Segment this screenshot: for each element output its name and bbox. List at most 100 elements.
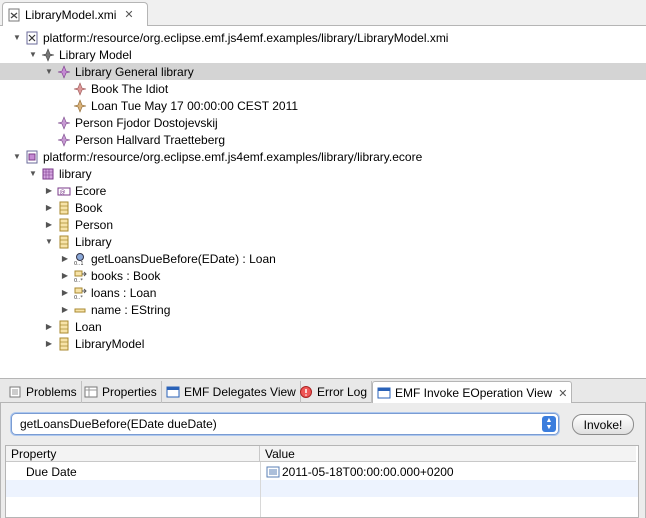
svg-text:@: @ — [60, 189, 66, 196]
chevron-updown-icon[interactable]: ▲ ▼ — [542, 416, 556, 432]
tree-item[interactable]: Book The Idiot — [0, 80, 646, 97]
editor-tab-librarymodel[interactable]: LibraryModel.xmi ✕ — [2, 2, 148, 26]
view-tab-label: Properties — [102, 385, 157, 399]
expanded-triangle-icon[interactable]: ▼ — [28, 50, 38, 60]
no-twisty — [60, 84, 70, 94]
tree-item[interactable]: ▶ Loan — [0, 318, 646, 335]
editor-tab-bar: LibraryModel.xmi ✕ — [0, 0, 646, 26]
tree-item[interactable]: Person Fjodor Dostojevskij — [0, 114, 646, 131]
xmi-file-icon — [25, 31, 39, 45]
view-tab-bar: Problems Properties EMF Delegates View Erro… — [0, 378, 646, 404]
expanded-triangle-icon[interactable]: ▼ — [28, 169, 38, 179]
tree-item-label: platform:/resource/org.eclipse.emf.js4em… — [43, 30, 449, 45]
tree-item[interactable]: ▶ 0..* loans : Loan — [0, 284, 646, 301]
properties-icon — [84, 385, 98, 399]
error-log-icon — [299, 385, 313, 399]
tree-item[interactable]: ▶ name : EString — [0, 301, 646, 318]
eclass-icon — [57, 201, 71, 215]
view-tab-problems[interactable]: Problems — [4, 381, 82, 403]
library-object-icon — [57, 64, 71, 79]
expanded-triangle-icon[interactable]: ▼ — [12, 33, 22, 43]
tree-item-label: books : Book — [91, 268, 161, 283]
view-tab-emf-delegates-view[interactable]: EMF Delegates View — [162, 381, 301, 403]
view-tab-emf-invoke-eoperation-view[interactable]: EMF Invoke EOperation View ✕ — [372, 381, 573, 404]
collapsed-triangle-icon[interactable]: ▶ — [44, 203, 54, 213]
tree-item[interactable]: ▼ Library — [0, 233, 646, 250]
column-header-value[interactable]: Value — [260, 446, 636, 462]
collapsed-triangle-icon[interactable]: ▶ — [60, 254, 70, 264]
view-icon — [166, 385, 180, 399]
tree-item-label: Loan Tue May 17 00:00:00 CEST 2011 — [91, 98, 299, 113]
collapsed-triangle-icon[interactable]: ▶ — [60, 305, 70, 315]
tree-item-label: Ecore — [75, 183, 107, 198]
tree-item-label: Person Hallvard Traetteberg — [75, 132, 226, 147]
tree-item[interactable]: ▶ 0..* books : Book — [0, 267, 646, 284]
close-icon[interactable]: ✕ — [558, 387, 567, 400]
tree-item[interactable]: ▶ 0..1 getLoansDueBefore(EDate) : Loan — [0, 250, 646, 267]
collapsed-triangle-icon[interactable]: ▶ — [44, 339, 54, 349]
ereference-icon: 0..* — [73, 286, 87, 300]
eoperation-icon: 0..1 — [73, 252, 87, 266]
tree-item[interactable]: Loan Tue May 17 00:00:00 CEST 2011 — [0, 97, 646, 114]
property-cell: Due Date — [26, 464, 77, 479]
date-value-icon — [266, 465, 280, 479]
tree-item-label: LibraryModel — [75, 336, 145, 351]
package-icon — [41, 167, 55, 181]
tree-item-label: loans : Loan — [91, 285, 157, 300]
close-icon[interactable]: ✕ — [124, 8, 133, 21]
tree-item-label: name : EString — [91, 302, 171, 317]
tree-item[interactable]: ▼ platform:/resource/org.eclipse.emf.js4e… — [0, 148, 646, 165]
parameters-table: Property Value Due Date 2011-05-18T00:00… — [5, 445, 639, 518]
column-header-property[interactable]: Property — [6, 446, 260, 462]
tree-item[interactable]: Person Hallvard Traetteberg — [0, 131, 646, 148]
eclass-icon — [57, 337, 71, 351]
tree-item[interactable]: ▼ Library General library — [0, 63, 646, 80]
tree-item[interactable]: ▼ platform:/resource/org.eclipse.emf.js4e… — [0, 29, 646, 46]
value-cell[interactable]: 2011-05-18T00:00:00.000+0200 — [266, 463, 454, 480]
svg-text:0..*: 0..* — [74, 295, 83, 300]
ereference-icon: 0..* — [73, 269, 87, 283]
view-tab-error-log[interactable]: Error Log — [295, 381, 373, 403]
expanded-triangle-icon[interactable]: ▼ — [44, 237, 54, 247]
ecore-file-icon — [25, 150, 39, 164]
tree-item-label: getLoansDueBefore(EDate) : Loan — [91, 251, 276, 266]
tree-item-label: Book — [75, 200, 103, 215]
xmi-file-icon — [7, 8, 21, 22]
expanded-triangle-icon[interactable]: ▼ — [12, 152, 22, 162]
view-icon — [377, 386, 391, 400]
eclass-icon — [57, 218, 71, 232]
tree-item[interactable]: ▼ Library Model — [0, 46, 646, 63]
tree-item-label: Book The Idiot — [91, 81, 169, 96]
tree-item[interactable]: ▶ @ Ecore — [0, 182, 646, 199]
table-row[interactable]: Due Date 2011-05-18T00:00:00.000+0200 — [6, 463, 638, 480]
expanded-triangle-icon[interactable]: ▼ — [44, 67, 54, 77]
tree-item[interactable]: ▶ LibraryModel — [0, 335, 646, 352]
book-object-icon — [73, 81, 87, 96]
view-tab-label: EMF Invoke EOperation View — [395, 386, 553, 400]
collapsed-triangle-icon[interactable]: ▶ — [60, 271, 70, 281]
no-twisty — [60, 101, 70, 111]
person-object-icon — [57, 132, 71, 147]
table-row — [6, 497, 638, 514]
collapsed-triangle-icon[interactable]: ▶ — [44, 322, 54, 332]
collapsed-triangle-icon[interactable]: ▶ — [60, 288, 70, 298]
operation-select-value: getLoansDueBefore(EDate dueDate) — [20, 417, 217, 431]
collapsed-triangle-icon[interactable]: ▶ — [44, 220, 54, 230]
tree-item[interactable]: ▼ library — [0, 165, 646, 182]
view-tab-label: EMF Delegates View — [184, 385, 296, 399]
tree-item-label: platform:/resource/org.eclipse.emf.js4em… — [43, 149, 423, 164]
view-tab-properties[interactable]: Properties — [80, 381, 162, 403]
svg-text:0..*: 0..* — [74, 278, 83, 283]
tree-item[interactable]: ▶ Book — [0, 199, 646, 216]
model-object-icon — [41, 47, 55, 62]
no-twisty — [44, 118, 54, 128]
eclass-icon — [57, 320, 71, 334]
collapsed-triangle-icon[interactable]: ▶ — [44, 186, 54, 196]
operation-select[interactable]: getLoansDueBefore(EDate dueDate) ▲ ▼ — [11, 413, 559, 435]
invoke-button[interactable]: Invoke! — [572, 414, 634, 435]
problems-icon — [8, 385, 22, 399]
eclass-icon — [57, 235, 71, 249]
annotation-icon: @ — [57, 184, 71, 198]
tree-item-label: Library General library — [75, 64, 194, 79]
tree-item[interactable]: ▶ Person — [0, 216, 646, 233]
